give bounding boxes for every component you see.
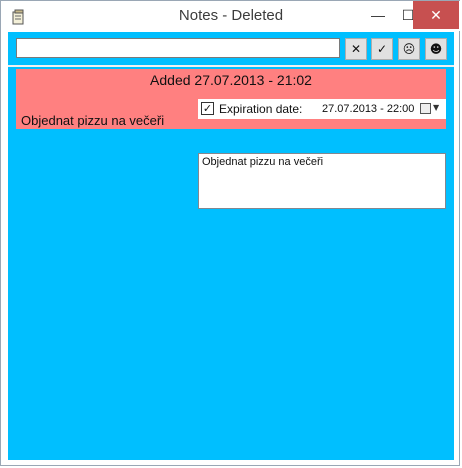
- expiration-label: Expiration date:: [219, 102, 303, 116]
- note-body-text[interactable]: Objednat pizzu na večeři: [198, 153, 446, 209]
- note-added-timestamp: Added 27.07.2013 - 21:02: [150, 72, 312, 88]
- notes-window: Notes - Deleted — ☐ ✕ ✕ ✓ ☹ ☻ Added 27.0…: [0, 0, 461, 466]
- happy-face-icon: ☻: [429, 42, 443, 56]
- note-item[interactable]: Added 27.07.2013 - 21:02 Objednat pizzu …: [16, 69, 446, 129]
- minimize-button[interactable]: —: [363, 1, 393, 29]
- close-button[interactable]: ✕: [413, 1, 459, 29]
- close-icon: ✕: [430, 6, 442, 23]
- clear-search-button[interactable]: ✕: [345, 38, 367, 60]
- client-area: ✕ ✓ ☹ ☻ Added 27.07.2013 - 21:02 Objedna…: [8, 32, 454, 460]
- notes-list: Added 27.07.2013 - 21:02 Objednat pizzu …: [8, 67, 454, 460]
- note-title: Objednat pizzu na večeři: [21, 113, 165, 128]
- toolbar: ✕ ✓ ☹ ☻: [8, 32, 454, 65]
- expiration-row: ✓ Expiration date: 27.07.2013 - 22:00 ▼: [198, 99, 446, 119]
- calendar-icon[interactable]: [420, 103, 431, 114]
- checkmark-icon: ✓: [376, 42, 388, 56]
- happy-face-button[interactable]: ☻: [425, 38, 447, 60]
- sad-face-button[interactable]: ☹: [398, 38, 420, 60]
- expiration-checkbox[interactable]: ✓: [201, 102, 214, 115]
- expiration-date-value: 27.07.2013 - 22:00: [322, 103, 415, 115]
- chevron-down-icon[interactable]: ▼: [433, 103, 439, 112]
- minimize-icon: —: [371, 7, 385, 23]
- sad-face-icon: ☹: [402, 42, 416, 56]
- confirm-button[interactable]: ✓: [371, 38, 393, 60]
- search-input[interactable]: [16, 38, 340, 58]
- clear-icon: ✕: [350, 42, 362, 56]
- expiration-date-picker[interactable]: 27.07.2013 - 22:00 ▼: [320, 100, 446, 118]
- title-bar[interactable]: Notes - Deleted — ☐ ✕: [1, 1, 461, 31]
